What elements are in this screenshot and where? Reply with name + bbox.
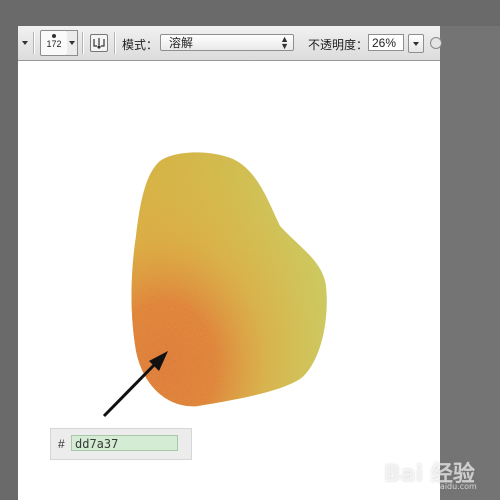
brush-dropdown-button[interactable]: [67, 30, 78, 56]
opacity-label: 不透明度：: [308, 38, 369, 52]
opacity-input[interactable]: 26%: [368, 34, 404, 51]
hex-hash-label: #: [58, 437, 65, 451]
tool-preset-arrow-icon[interactable]: [22, 41, 28, 45]
divider: [82, 32, 83, 54]
brush-panel-icon: [93, 38, 105, 49]
photoshop-window: 172 模式： 溶解 ▲ ▼ 不透明度： 26% # dd7a37 Bai 经验…: [0, 0, 500, 500]
chevron-down-icon: [413, 42, 419, 46]
chevron-down-icon: [69, 41, 75, 45]
airbrush-toggle-icon[interactable]: [430, 37, 442, 49]
toolbox-edge: [0, 0, 18, 500]
brush-preset-picker[interactable]: 172: [40, 30, 68, 56]
brush-size-value: 172: [46, 39, 62, 49]
brush-panel-toggle-button[interactable]: [90, 34, 108, 52]
mode-label: 模式：: [122, 38, 159, 52]
tool-options-bar: 172 模式： 溶解 ▲ ▼ 不透明度： 26%: [18, 26, 442, 61]
top-bar-background: [0, 0, 500, 26]
hex-color-input[interactable]: dd7a37: [71, 435, 178, 451]
divider: [33, 32, 34, 54]
updown-arrows-icon: ▲ ▼: [280, 34, 289, 51]
workspace-background: [440, 26, 500, 500]
baidu-watermark-url: jingyan.baidu.com: [403, 482, 477, 491]
opacity-slider-button[interactable]: [408, 34, 424, 53]
brush-tip-icon: [52, 34, 56, 38]
divider: [114, 32, 115, 54]
color-hex-panel: # dd7a37: [50, 428, 192, 460]
blend-mode-value: 溶解: [169, 36, 194, 50]
blend-mode-select[interactable]: 溶解 ▲ ▼: [160, 34, 294, 51]
